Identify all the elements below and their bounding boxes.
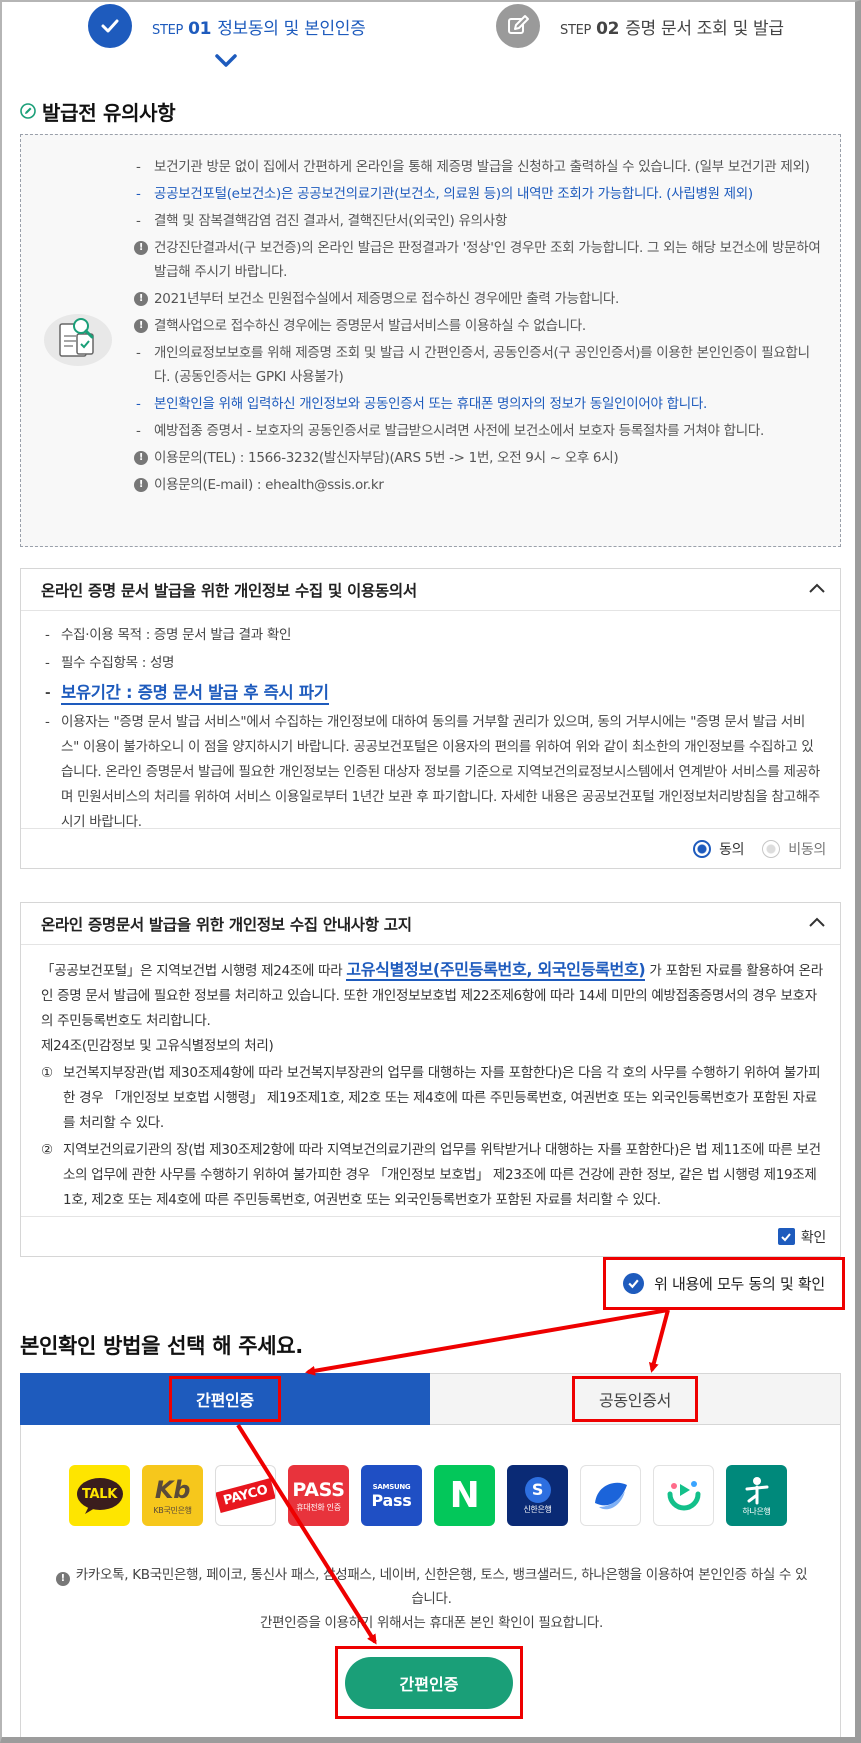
consent-radio-group: 동의 비동의 xyxy=(21,828,840,868)
notice-box: - 보건기관 방문 없이 집에서 간편하게 온라인을 통해 제증명 발급을 신청하… xyxy=(20,134,841,547)
tab-simple-auth[interactable]: 간편인증 xyxy=(20,1373,430,1425)
edit-icon xyxy=(496,4,540,48)
list-item: ! 이용문의(E-mail) : ehealth@ssis.or.kr xyxy=(134,473,824,497)
exclamation-icon: ! xyxy=(134,451,148,465)
list-item: ! 건강진단결과서(구 보건증)의 온라인 발급은 판정결과가 '정상'인 경우만… xyxy=(134,236,824,284)
list-item: - 결핵 및 잠복결핵감염 검진 결과서, 결핵진단서(외국인) 유의사항 xyxy=(136,213,507,229)
auth-note: ! 카카오톡, KB국민은행, 페이코, 통신사 패스, 삼성패스, 네이버, 신… xyxy=(21,1563,842,1635)
exclamation-icon: ! xyxy=(134,478,148,492)
list-item: - 보유기간 : 증명 문서 발급 후 즉시 파기 xyxy=(45,679,820,707)
kb-bank-icon[interactable]: Kb KB국민은행 xyxy=(142,1465,203,1526)
list-item: ! 결핵사업으로 접수하신 경우에는 증명문서 발급서비스를 이용하실 수 없습니… xyxy=(134,314,824,338)
list-item: ① 보건복지부장관(법 제30조제4항에 따라 보건복지부장관의 업무를 대행하는… xyxy=(41,1065,821,1131)
agree-radio[interactable]: 동의 xyxy=(693,839,745,859)
document-search-icon xyxy=(43,310,113,372)
chevron-up-icon[interactable] xyxy=(808,915,826,933)
hana-bank-icon[interactable]: 하나은행 xyxy=(726,1465,787,1526)
list-item: - 이용자는 "증명 문서 발급 서비스"에서 수집하는 개인정보에 대하여 동의… xyxy=(45,714,820,828)
privacy-notice-box: 온라인 증명문서 발급을 위한 개인정보 수집 안내사항 고지 「공공보건포털」… xyxy=(20,902,841,1257)
privacy-consent-box: 온라인 증명 문서 발급을 위한 개인정보 수집 및 이용동의서 - 수집·이용 … xyxy=(20,568,841,869)
arrow-to-simple-auth-tab xyxy=(305,1308,669,1376)
arrow-to-joint-certificate-tab xyxy=(648,1309,670,1373)
list-item: - 예방접종 증명서 - 보호자의 공동인증서로 발급받으시려면 사전에 보건소에… xyxy=(136,423,764,439)
chevron-up-icon[interactable] xyxy=(808,581,826,599)
notice-list: - 보건기관 방문 없이 집에서 간편하게 온라인을 통해 제증명 발급을 신청하… xyxy=(134,155,824,500)
list-item: - 본인확인을 위해 입력하신 개인정보와 공동인증서 또는 휴대폰 명의자의 정… xyxy=(136,396,707,412)
provider-list: TALK Kb KB국민은행 PAYCO PASS 휴대전화 인증 SAMSUN… xyxy=(69,1465,799,1526)
check-circle-icon xyxy=(623,1273,645,1294)
kakao-talk-icon[interactable]: TALK xyxy=(69,1465,130,1526)
list-item: - 필수 수집항목 : 성명 xyxy=(45,655,175,671)
notice-title: 발급전 유의사항 xyxy=(20,97,176,126)
list-item: - 수집·이용 목적 : 증명 문서 발급 결과 확인 xyxy=(45,627,292,643)
pass-icon[interactable]: PASS 휴대전화 인증 xyxy=(288,1465,349,1526)
step-2: STEP 02 증명 문서 조회 및 발급 xyxy=(496,4,784,48)
disagree-radio[interactable]: 비동의 xyxy=(762,839,826,859)
privacy-consent-header[interactable]: 온라인 증명 문서 발급을 위한 개인정보 수집 및 이용동의서 xyxy=(21,569,840,611)
list-item: ! 이용문의(TEL) : 1566-3232(발신자부담)(ARS 5번 -> … xyxy=(134,446,824,470)
exclamation-icon: ! xyxy=(134,319,148,333)
list-item: - 보건기관 방문 없이 집에서 간편하게 온라인을 통해 제증명 발급을 신청하… xyxy=(136,159,810,175)
list-item: ② 지역보건의료기관의 장(법 제30조제2항에 따라 지역보건의료기관의 업무를… xyxy=(41,1142,821,1208)
step-1-label: STEP 01 정보동의 및 본인인증 xyxy=(152,18,366,39)
step-indicator: STEP 01 정보동의 및 본인인증 STEP 02 증명 문서 조회 및 발급 xyxy=(0,0,861,80)
confirm-checkbox-row: 확인 xyxy=(21,1216,840,1256)
payco-icon[interactable]: PAYCO xyxy=(215,1465,276,1526)
list-item: - 개인의료정보보호를 위해 제증명 조회 및 발급 시 간편인증서, 공동인증서… xyxy=(136,345,810,385)
privacy-consent-body[interactable]: - 수집·이용 목적 : 증명 문서 발급 결과 확인 - 필수 수집항목 : 성명… xyxy=(21,611,840,828)
notice-paragraph: 「공공보건포털」은 지역보건법 시행령 제24조에 따라 고유식별정보(주민등록… xyxy=(41,960,823,1029)
exclamation-icon: ! xyxy=(134,292,148,306)
auth-method-title: 본인확인 방법을 선택 해 주세요. xyxy=(20,1334,303,1358)
banksalad-icon[interactable] xyxy=(653,1465,714,1526)
list-item: - 공공보건포털(e보건소)은 공공보건의료기관(보건소, 의료원 등)의 내역만… xyxy=(136,186,753,202)
auth-tabs: 간편인증 공동인증서 xyxy=(20,1373,841,1425)
step-1: STEP 01 정보동의 및 본인인증 xyxy=(88,4,366,48)
chevron-down-icon xyxy=(215,53,237,72)
privacy-notice-header[interactable]: 온라인 증명문서 발급을 위한 개인정보 수집 안내사항 고지 xyxy=(21,903,840,945)
exclamation-icon: ! xyxy=(55,1572,70,1586)
agree-all-button[interactable]: 위 내용에 모두 동의 및 확인 xyxy=(603,1257,845,1310)
naver-icon[interactable]: N xyxy=(434,1465,495,1526)
article-heading: 제24조(민감정보 및 고유식별정보의 처리) xyxy=(41,1038,274,1054)
checkmark-icon xyxy=(88,4,132,48)
toss-icon[interactable] xyxy=(580,1465,641,1526)
privacy-notice-body[interactable]: 「공공보건포털」은 지역보건법 시행령 제24조에 따라 고유식별정보(주민등록… xyxy=(21,945,840,1216)
list-item: ! 2021년부터 보건소 민원접수실에서 제증명으로 접수하신 경우에만 출력 … xyxy=(134,287,824,311)
checkbox-checked-icon xyxy=(777,1228,795,1245)
tab-joint-certificate[interactable]: 공동인증서 xyxy=(430,1373,841,1425)
confirm-checkbox[interactable]: 확인 xyxy=(777,1227,826,1247)
simple-auth-button[interactable]: 간편인증 xyxy=(345,1656,513,1709)
pencil-circle-icon xyxy=(20,100,36,124)
exclamation-icon: ! xyxy=(134,241,148,255)
samsung-pass-icon[interactable]: SAMSUNG Pass xyxy=(361,1465,422,1526)
shinhan-bank-icon[interactable]: S 신한은행 xyxy=(507,1465,568,1526)
step-2-label: STEP 02 증명 문서 조회 및 발급 xyxy=(560,18,784,39)
simple-auth-button-highlight: 간편인증 xyxy=(335,1646,523,1719)
